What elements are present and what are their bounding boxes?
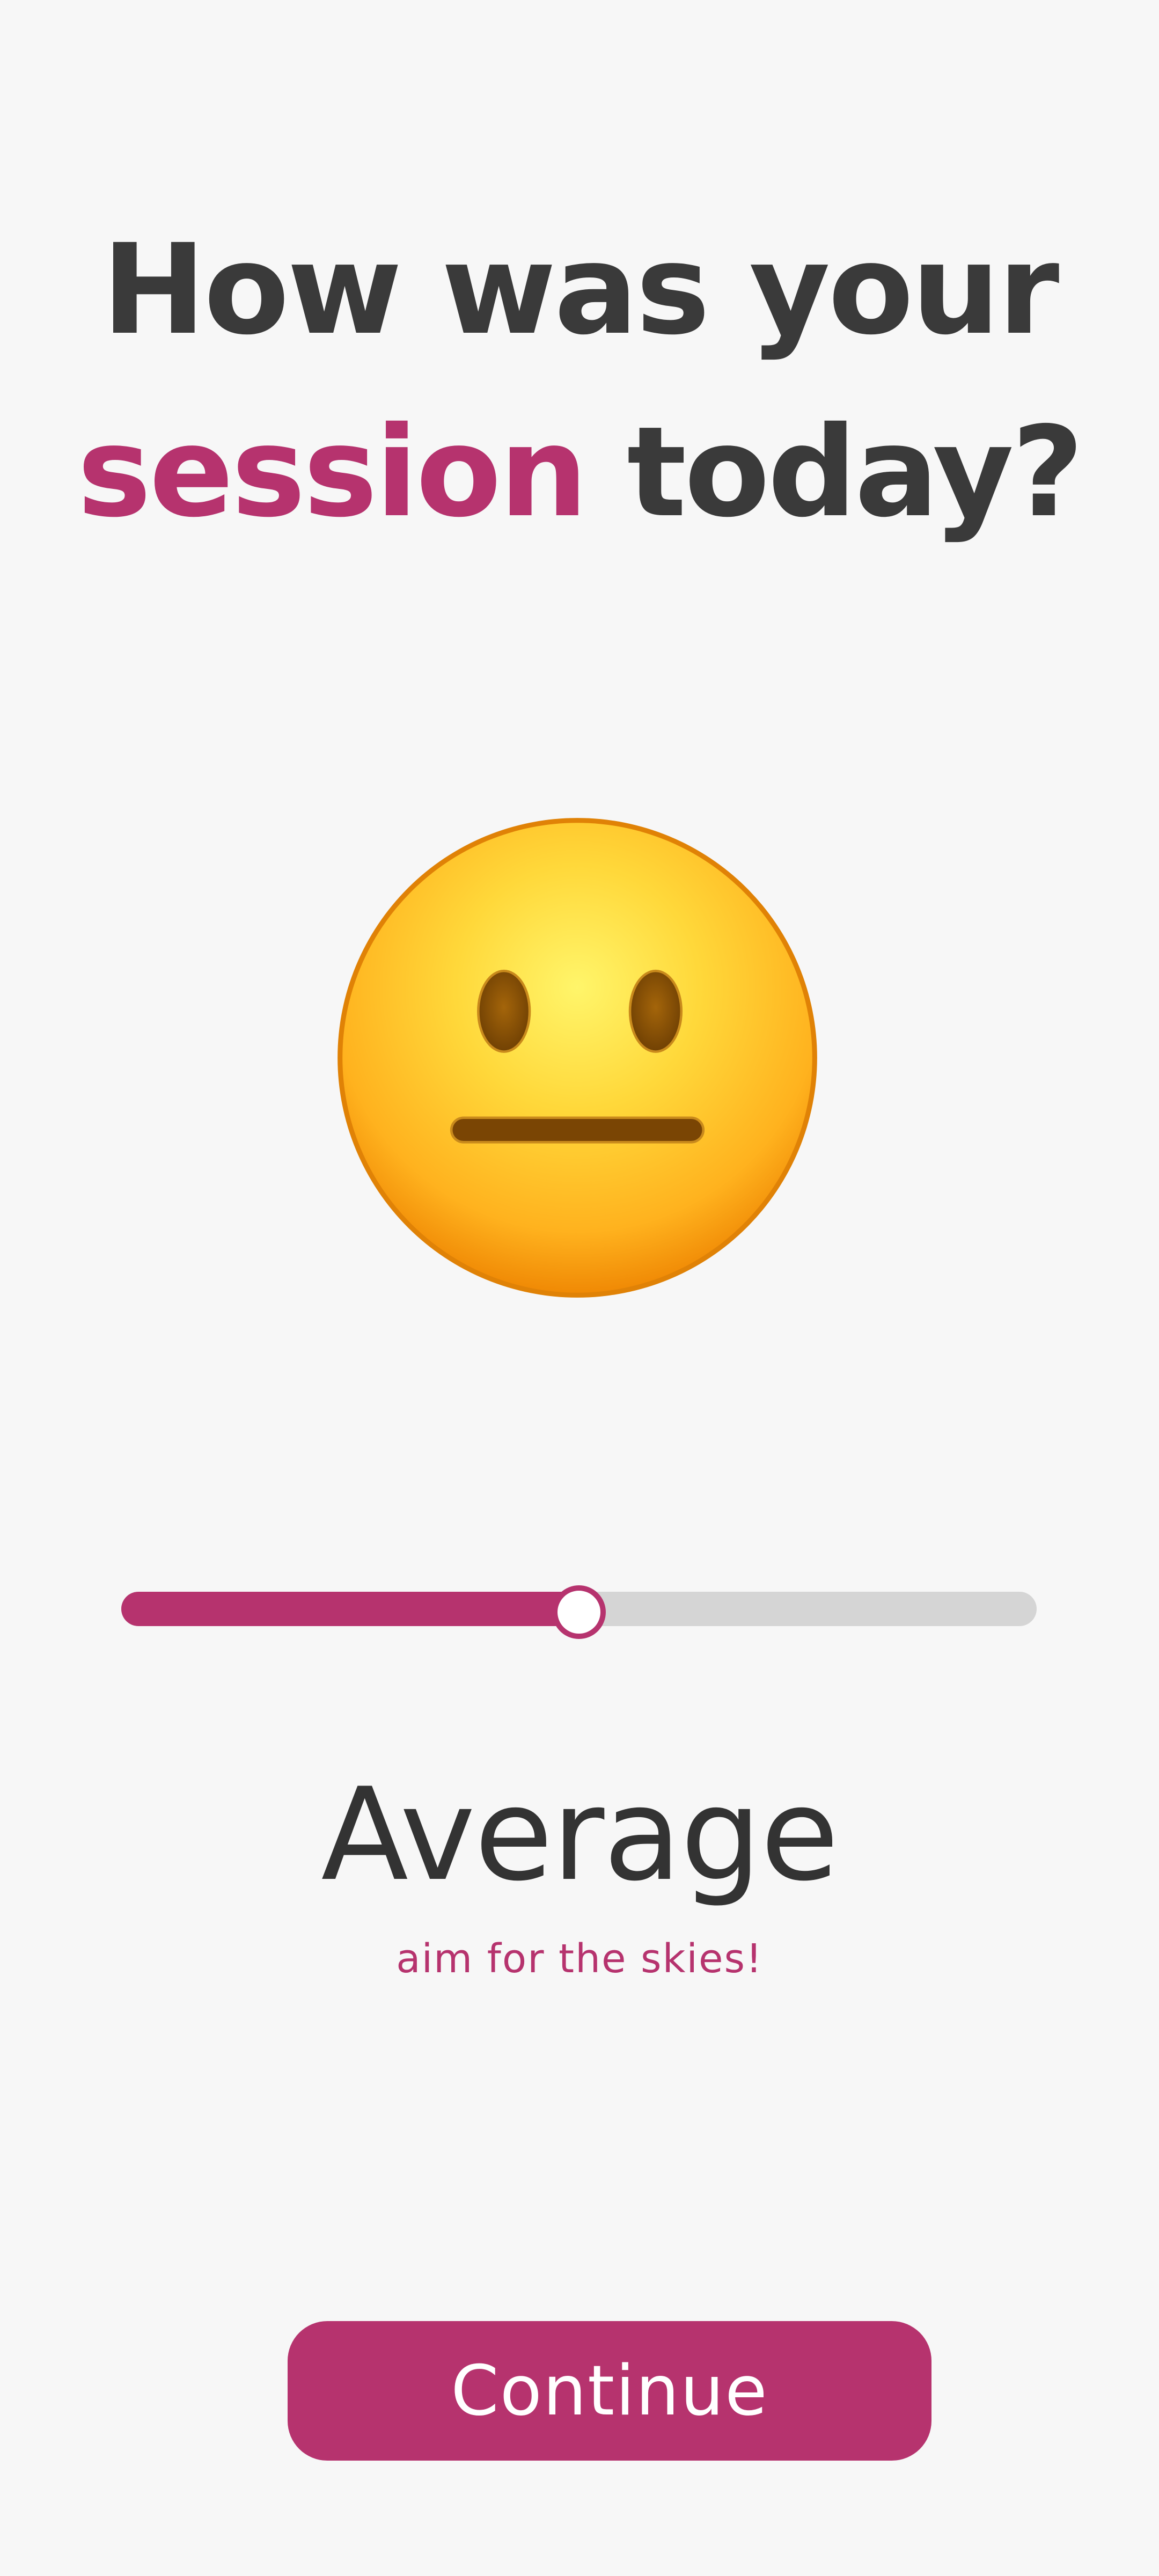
- page-title: How was your session today?: [0, 199, 1159, 564]
- title-accent-word: session: [77, 400, 588, 545]
- rating-subtitle: aim for the skies!: [396, 1936, 763, 1982]
- slider-fill: [121, 1592, 579, 1626]
- rating-screen: How was your session today? Average aim …: [0, 0, 1159, 2576]
- rating-label: Average: [321, 1761, 839, 1909]
- title-line-1: How was your: [101, 217, 1060, 362]
- title-line-2-rest: today?: [585, 400, 1084, 545]
- neutral-face-icon: [333, 813, 822, 1302]
- rating-slider[interactable]: [121, 1583, 1037, 1639]
- slider-thumb[interactable]: [552, 1585, 606, 1639]
- slider-track[interactable]: [121, 1585, 1037, 1639]
- continue-button[interactable]: Continue: [288, 2321, 931, 2461]
